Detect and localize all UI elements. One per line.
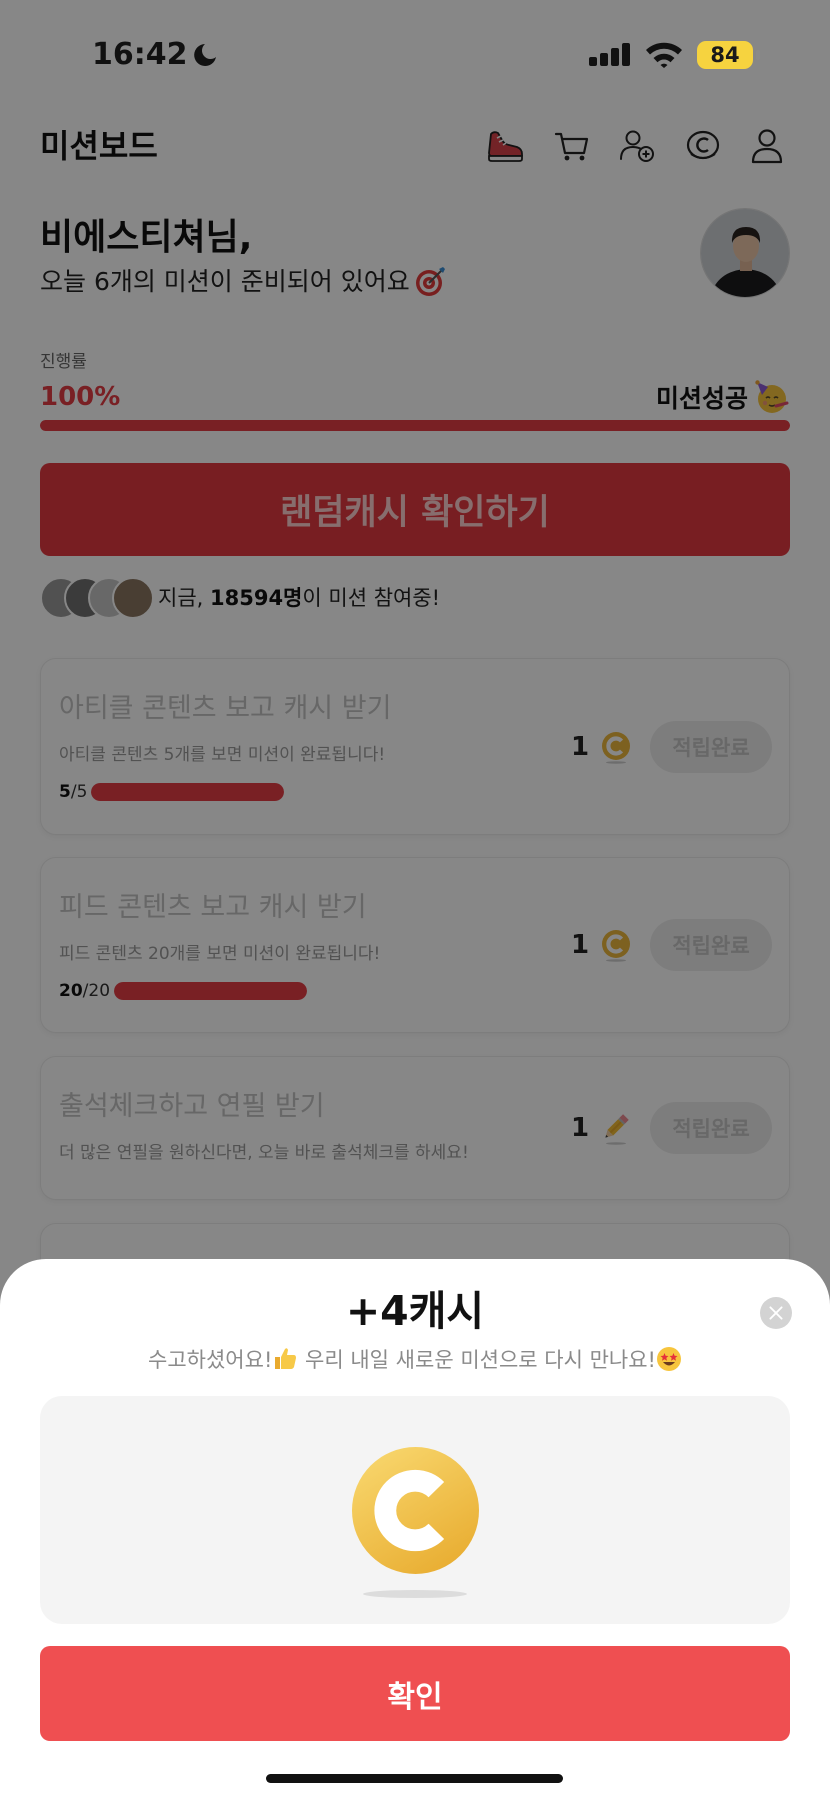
wifi-icon — [645, 40, 683, 68]
close-button[interactable] — [760, 1297, 792, 1329]
star-struck-emoji-icon — [656, 1347, 681, 1371]
clock-time: 16:42 — [92, 37, 188, 72]
battery-nub — [756, 50, 760, 60]
confirm-button[interactable]: 확인 — [40, 1646, 790, 1741]
close-icon — [769, 1306, 783, 1320]
coin-shadow — [363, 1590, 467, 1598]
reward-coin-panel — [40, 1396, 790, 1624]
reward-bottom-sheet: +4캐시 수고하셨어요! 우리 내일 새로운 미션으로 다시 만나요! 확인 — [0, 1259, 830, 1799]
battery-indicator: 84 — [697, 41, 753, 69]
battery-level: 84 — [710, 43, 740, 67]
home-indicator — [266, 1774, 563, 1783]
reward-title: +4캐시 — [345, 1287, 485, 1335]
cellular-signal-icon — [589, 42, 631, 66]
reward-message: 수고하셨어요! 우리 내일 새로운 미션으로 다시 만나요! — [0, 1345, 830, 1373]
reward-message-part1: 수고하셨어요! — [148, 1348, 273, 1372]
moon-icon — [192, 42, 218, 68]
status-bar: 16:42 84 — [0, 0, 830, 100]
cash-coin-icon — [351, 1446, 480, 1575]
thumbs-up-emoji-icon — [275, 1348, 297, 1369]
reward-message-part2: 우리 내일 새로운 미션으로 다시 만나요! — [298, 1348, 656, 1372]
